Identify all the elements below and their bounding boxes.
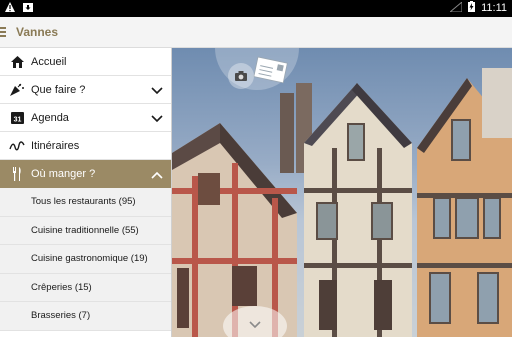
chevron-down-icon (151, 112, 163, 124)
sub-item-tous-les-restaurants[interactable]: Tous les restaurants (95) (0, 188, 171, 217)
sub-item-label: Cuisine traditionnelle (55) (31, 224, 139, 236)
sub-item-brasseries[interactable]: Brasseries (7) (0, 302, 171, 331)
svg-text:31: 31 (13, 117, 21, 124)
app-bar: Vannes (0, 17, 512, 48)
nav-item-ou-manger[interactable]: Où manger ? (0, 160, 171, 188)
camera-icon[interactable] (228, 63, 254, 89)
clock-time: 11:11 (481, 2, 507, 14)
chevron-down-icon (151, 84, 163, 96)
nav-item-agenda[interactable]: 31 Agenda (0, 104, 171, 132)
half-timbered-houses-illustration (172, 48, 512, 337)
chevron-up-icon (151, 168, 163, 180)
nav-item-que-faire[interactable]: Que faire ? (0, 76, 171, 104)
status-bar: 11:11 (0, 0, 512, 17)
battery-icon (468, 1, 476, 15)
hamburger-menu-icon[interactable] (0, 27, 6, 38)
signal-icon (448, 0, 463, 15)
calendar-icon: 31 (7, 110, 27, 126)
sub-item-label: Tous les restaurants (95) (31, 196, 136, 208)
cutlery-icon (7, 166, 27, 182)
sub-item-cuisine-gastronomique[interactable]: Cuisine gastronomique (19) (0, 245, 171, 274)
nav-label: Itinéraires (31, 139, 80, 152)
nav-label: Où manger ? (31, 167, 96, 180)
nav-label: Que faire ? (31, 83, 86, 96)
download-notification-icon (23, 2, 33, 15)
route-icon (7, 138, 27, 154)
nav-label: Agenda (31, 111, 69, 124)
hero-image (172, 48, 512, 337)
sub-item-label: Brasseries (7) (31, 310, 91, 322)
app-title: Vannes (16, 25, 59, 39)
sub-item-label: Crêperies (15) (31, 281, 92, 293)
nav-item-accueil[interactable]: Accueil (0, 48, 171, 76)
sub-item-creperies[interactable]: Crêperies (15) (0, 273, 171, 302)
home-icon (7, 54, 27, 70)
warning-icon (5, 2, 15, 15)
sub-item-cuisine-traditionnelle[interactable]: Cuisine traditionnelle (55) (0, 216, 171, 245)
sub-item-label: Cuisine gastronomique (19) (31, 253, 148, 265)
chevron-down-icon (249, 316, 261, 337)
nav-drawer: Accueil Que faire ? 31 Agenda Itinéraire… (0, 48, 172, 337)
nav-label: Accueil (31, 55, 67, 68)
party-popper-icon (7, 82, 27, 98)
nav-item-itineraires[interactable]: Itinéraires (0, 132, 171, 160)
